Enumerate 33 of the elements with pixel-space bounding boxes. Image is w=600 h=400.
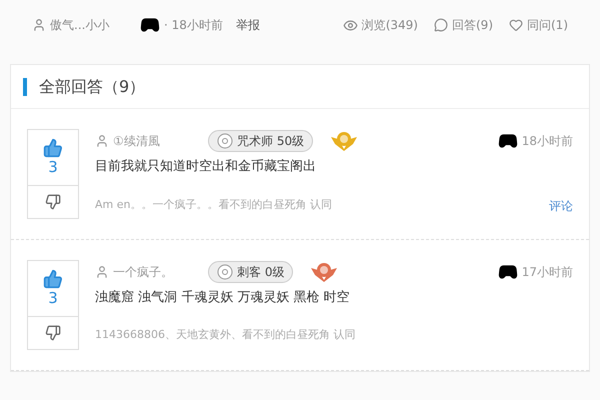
- thumbs-up-icon[interactable]: [43, 268, 63, 289]
- answer-time: 17小时前: [522, 264, 573, 281]
- thumbs-down-icon[interactable]: [45, 194, 61, 210]
- answer-text: 目前我就只知道时空出和金币藏宝阁出: [95, 158, 317, 176]
- answer-text: 浊魔窟 浊气洞 千魂灵妖 万魂灵妖 黑枪 时空: [95, 288, 351, 307]
- comment-icon: [434, 18, 448, 32]
- vote-count: 3: [48, 288, 58, 308]
- rank-badge: 刺客 0级: [208, 260, 294, 283]
- heart-icon: [509, 18, 523, 32]
- answer-time: 18小时前: [522, 133, 573, 150]
- accent-bar: [23, 78, 27, 96]
- author-name[interactable]: 傲气...小小: [50, 16, 140, 34]
- dial-icon: [217, 133, 233, 149]
- section-title: 全部回答（9）: [39, 76, 146, 98]
- thumbs-up-icon[interactable]: [43, 138, 63, 158]
- agree-list: 1143668806、天地玄黄外、看不到的白昼死角 认同: [95, 327, 356, 344]
- agree-list: Am en。。一个疯子。。看不到的白昼死角 认同: [95, 197, 332, 214]
- follows-count: 同问(1): [527, 17, 568, 34]
- comment-link[interactable]: 评论: [549, 196, 573, 214]
- user-icon: [95, 134, 109, 148]
- vote-count: 3: [48, 158, 58, 177]
- views-count: 浏览(349): [362, 17, 418, 34]
- report-link[interactable]: 举报: [236, 16, 260, 34]
- dial-icon: [217, 264, 233, 280]
- eye-icon: [342, 18, 358, 32]
- user-name[interactable]: ①续清風: [113, 132, 208, 150]
- answers-count: 回答(9): [452, 17, 493, 34]
- user-icon: [32, 18, 46, 32]
- thumbs-down-icon[interactable]: [45, 324, 61, 340]
- user-name[interactable]: 一个疯子。: [113, 262, 208, 281]
- rank-badge: 咒术师 50级: [208, 130, 314, 152]
- user-icon: [95, 264, 109, 279]
- post-time: · 18小时前: [164, 17, 224, 34]
